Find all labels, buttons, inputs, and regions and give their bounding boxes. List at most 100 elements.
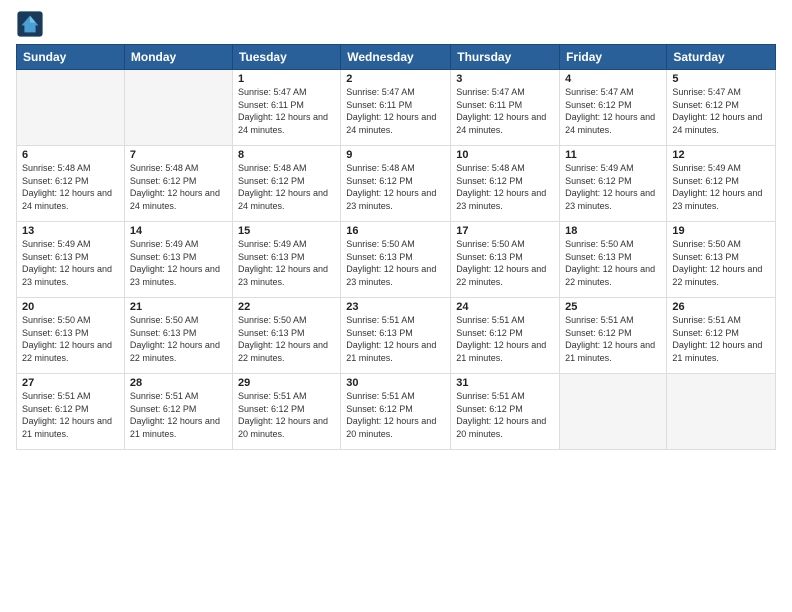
calendar-cell: 19Sunrise: 5:50 AM Sunset: 6:13 PM Dayli… (667, 222, 776, 298)
calendar-cell: 18Sunrise: 5:50 AM Sunset: 6:13 PM Dayli… (560, 222, 667, 298)
day-info: Sunrise: 5:49 AM Sunset: 6:13 PM Dayligh… (22, 238, 119, 288)
calendar-cell: 20Sunrise: 5:50 AM Sunset: 6:13 PM Dayli… (17, 298, 125, 374)
day-number: 26 (672, 301, 770, 313)
calendar-cell: 25Sunrise: 5:51 AM Sunset: 6:12 PM Dayli… (560, 298, 667, 374)
day-number: 28 (130, 377, 227, 389)
logo (16, 10, 46, 38)
calendar-cell (124, 70, 232, 146)
day-info: Sunrise: 5:47 AM Sunset: 6:11 PM Dayligh… (238, 86, 335, 136)
day-number: 2 (346, 73, 445, 85)
calendar-cell: 28Sunrise: 5:51 AM Sunset: 6:12 PM Dayli… (124, 374, 232, 450)
calendar-cell: 21Sunrise: 5:50 AM Sunset: 6:13 PM Dayli… (124, 298, 232, 374)
day-info: Sunrise: 5:51 AM Sunset: 6:12 PM Dayligh… (238, 390, 335, 440)
day-info: Sunrise: 5:50 AM Sunset: 6:13 PM Dayligh… (565, 238, 661, 288)
calendar-header-sunday: Sunday (17, 45, 125, 70)
day-info: Sunrise: 5:51 AM Sunset: 6:12 PM Dayligh… (672, 314, 770, 364)
day-number: 18 (565, 225, 661, 237)
calendar-cell (17, 70, 125, 146)
calendar-cell: 24Sunrise: 5:51 AM Sunset: 6:12 PM Dayli… (451, 298, 560, 374)
day-info: Sunrise: 5:49 AM Sunset: 6:13 PM Dayligh… (238, 238, 335, 288)
calendar-header-row: SundayMondayTuesdayWednesdayThursdayFrid… (17, 45, 776, 70)
day-info: Sunrise: 5:48 AM Sunset: 6:12 PM Dayligh… (238, 162, 335, 212)
day-info: Sunrise: 5:49 AM Sunset: 6:12 PM Dayligh… (565, 162, 661, 212)
day-info: Sunrise: 5:51 AM Sunset: 6:12 PM Dayligh… (130, 390, 227, 440)
calendar-cell: 7Sunrise: 5:48 AM Sunset: 6:12 PM Daylig… (124, 146, 232, 222)
day-info: Sunrise: 5:49 AM Sunset: 6:12 PM Dayligh… (672, 162, 770, 212)
day-number: 10 (456, 149, 554, 161)
day-info: Sunrise: 5:50 AM Sunset: 6:13 PM Dayligh… (22, 314, 119, 364)
day-number: 25 (565, 301, 661, 313)
calendar-week-row: 6Sunrise: 5:48 AM Sunset: 6:12 PM Daylig… (17, 146, 776, 222)
day-info: Sunrise: 5:48 AM Sunset: 6:12 PM Dayligh… (456, 162, 554, 212)
day-number: 27 (22, 377, 119, 389)
day-number: 31 (456, 377, 554, 389)
calendar-cell: 2Sunrise: 5:47 AM Sunset: 6:11 PM Daylig… (341, 70, 451, 146)
calendar-header-thursday: Thursday (451, 45, 560, 70)
day-number: 5 (672, 73, 770, 85)
day-number: 15 (238, 225, 335, 237)
day-number: 6 (22, 149, 119, 161)
day-number: 29 (238, 377, 335, 389)
calendar-header-wednesday: Wednesday (341, 45, 451, 70)
calendar-cell: 8Sunrise: 5:48 AM Sunset: 6:12 PM Daylig… (232, 146, 340, 222)
calendar-cell: 16Sunrise: 5:50 AM Sunset: 6:13 PM Dayli… (341, 222, 451, 298)
calendar-cell: 14Sunrise: 5:49 AM Sunset: 6:13 PM Dayli… (124, 222, 232, 298)
day-info: Sunrise: 5:50 AM Sunset: 6:13 PM Dayligh… (456, 238, 554, 288)
day-info: Sunrise: 5:51 AM Sunset: 6:12 PM Dayligh… (456, 390, 554, 440)
calendar-week-row: 20Sunrise: 5:50 AM Sunset: 6:13 PM Dayli… (17, 298, 776, 374)
calendar-cell: 1Sunrise: 5:47 AM Sunset: 6:11 PM Daylig… (232, 70, 340, 146)
day-info: Sunrise: 5:50 AM Sunset: 6:13 PM Dayligh… (672, 238, 770, 288)
calendar-header-monday: Monday (124, 45, 232, 70)
day-number: 14 (130, 225, 227, 237)
calendar-cell: 5Sunrise: 5:47 AM Sunset: 6:12 PM Daylig… (667, 70, 776, 146)
day-info: Sunrise: 5:51 AM Sunset: 6:13 PM Dayligh… (346, 314, 445, 364)
calendar-cell: 17Sunrise: 5:50 AM Sunset: 6:13 PM Dayli… (451, 222, 560, 298)
calendar-cell: 27Sunrise: 5:51 AM Sunset: 6:12 PM Dayli… (17, 374, 125, 450)
day-info: Sunrise: 5:47 AM Sunset: 6:11 PM Dayligh… (456, 86, 554, 136)
calendar-cell (667, 374, 776, 450)
logo-icon (16, 10, 44, 38)
calendar-cell: 30Sunrise: 5:51 AM Sunset: 6:12 PM Dayli… (341, 374, 451, 450)
calendar-cell: 29Sunrise: 5:51 AM Sunset: 6:12 PM Dayli… (232, 374, 340, 450)
header (16, 10, 776, 38)
day-info: Sunrise: 5:50 AM Sunset: 6:13 PM Dayligh… (346, 238, 445, 288)
day-info: Sunrise: 5:48 AM Sunset: 6:12 PM Dayligh… (22, 162, 119, 212)
day-number: 8 (238, 149, 335, 161)
page: SundayMondayTuesdayWednesdayThursdayFrid… (0, 0, 792, 612)
day-info: Sunrise: 5:48 AM Sunset: 6:12 PM Dayligh… (130, 162, 227, 212)
calendar-header-saturday: Saturday (667, 45, 776, 70)
day-info: Sunrise: 5:51 AM Sunset: 6:12 PM Dayligh… (346, 390, 445, 440)
day-info: Sunrise: 5:50 AM Sunset: 6:13 PM Dayligh… (238, 314, 335, 364)
calendar-cell: 26Sunrise: 5:51 AM Sunset: 6:12 PM Dayli… (667, 298, 776, 374)
calendar-cell: 9Sunrise: 5:48 AM Sunset: 6:12 PM Daylig… (341, 146, 451, 222)
calendar-week-row: 1Sunrise: 5:47 AM Sunset: 6:11 PM Daylig… (17, 70, 776, 146)
day-number: 12 (672, 149, 770, 161)
day-number: 9 (346, 149, 445, 161)
day-number: 30 (346, 377, 445, 389)
calendar-cell: 6Sunrise: 5:48 AM Sunset: 6:12 PM Daylig… (17, 146, 125, 222)
day-info: Sunrise: 5:47 AM Sunset: 6:12 PM Dayligh… (565, 86, 661, 136)
calendar-week-row: 13Sunrise: 5:49 AM Sunset: 6:13 PM Dayli… (17, 222, 776, 298)
day-number: 19 (672, 225, 770, 237)
day-number: 3 (456, 73, 554, 85)
day-number: 21 (130, 301, 227, 313)
calendar-cell: 22Sunrise: 5:50 AM Sunset: 6:13 PM Dayli… (232, 298, 340, 374)
day-number: 4 (565, 73, 661, 85)
calendar-cell: 13Sunrise: 5:49 AM Sunset: 6:13 PM Dayli… (17, 222, 125, 298)
day-info: Sunrise: 5:48 AM Sunset: 6:12 PM Dayligh… (346, 162, 445, 212)
calendar-cell: 10Sunrise: 5:48 AM Sunset: 6:12 PM Dayli… (451, 146, 560, 222)
calendar-cell: 11Sunrise: 5:49 AM Sunset: 6:12 PM Dayli… (560, 146, 667, 222)
calendar-cell: 3Sunrise: 5:47 AM Sunset: 6:11 PM Daylig… (451, 70, 560, 146)
day-info: Sunrise: 5:51 AM Sunset: 6:12 PM Dayligh… (565, 314, 661, 364)
day-info: Sunrise: 5:51 AM Sunset: 6:12 PM Dayligh… (456, 314, 554, 364)
day-number: 20 (22, 301, 119, 313)
calendar-week-row: 27Sunrise: 5:51 AM Sunset: 6:12 PM Dayli… (17, 374, 776, 450)
calendar-table: SundayMondayTuesdayWednesdayThursdayFrid… (16, 44, 776, 450)
calendar-cell: 4Sunrise: 5:47 AM Sunset: 6:12 PM Daylig… (560, 70, 667, 146)
day-info: Sunrise: 5:47 AM Sunset: 6:11 PM Dayligh… (346, 86, 445, 136)
day-info: Sunrise: 5:47 AM Sunset: 6:12 PM Dayligh… (672, 86, 770, 136)
day-info: Sunrise: 5:51 AM Sunset: 6:12 PM Dayligh… (22, 390, 119, 440)
day-number: 17 (456, 225, 554, 237)
calendar-header-tuesday: Tuesday (232, 45, 340, 70)
calendar-cell: 15Sunrise: 5:49 AM Sunset: 6:13 PM Dayli… (232, 222, 340, 298)
